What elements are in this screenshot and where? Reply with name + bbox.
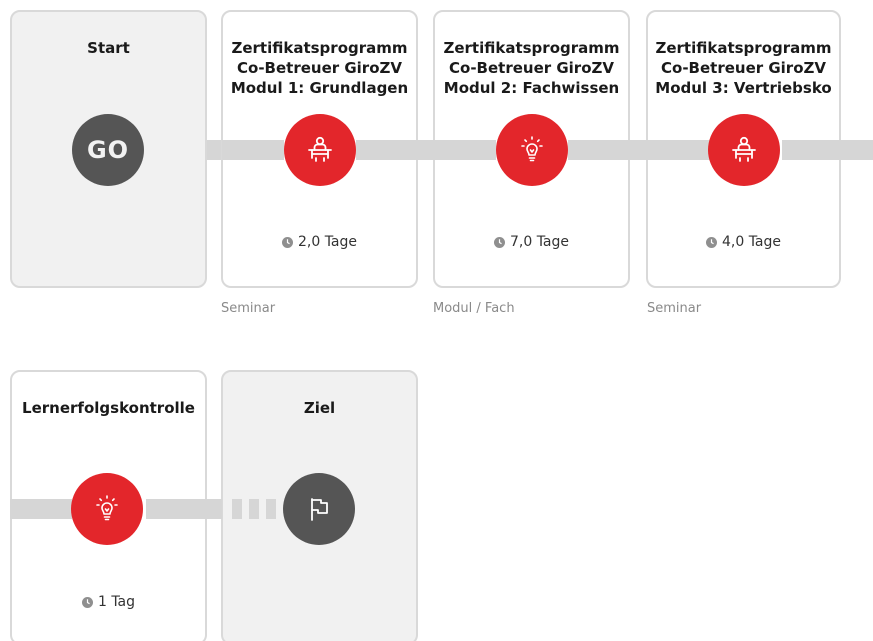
lightbulb-icon[interactable]: [71, 473, 143, 545]
step-title: Ziel: [303, 399, 336, 417]
clock-icon: [705, 236, 717, 248]
connector-dash: [232, 499, 242, 519]
lightbulb-icon[interactable]: [496, 114, 568, 186]
step-type-label: Modul / Fach: [433, 301, 515, 316]
connector-dash: [266, 499, 276, 519]
go-icon[interactable]: GO: [72, 114, 144, 186]
connector-bar: [568, 140, 710, 160]
step-title: Zertifikatsprogramm Co-Betreuer GiroZV M…: [655, 39, 832, 97]
step-title: Start: [87, 39, 130, 57]
step-duration: 4,0 Tage: [648, 234, 839, 250]
clock-icon: [493, 236, 505, 248]
step-duration: 7,0 Tage: [435, 234, 628, 250]
step-duration: 2,0 Tage: [223, 234, 416, 250]
step-title: Zertifikatsprogramm Co-Betreuer GiroZV M…: [443, 39, 620, 97]
connector-bar: [782, 140, 873, 160]
connector-dash: [249, 499, 259, 519]
step-type-label: Seminar: [647, 301, 702, 316]
clock-icon: [81, 596, 93, 608]
clock-icon: [281, 236, 293, 248]
connector-bar: [356, 140, 496, 160]
connector-bar: [222, 140, 284, 160]
seminar-icon[interactable]: [708, 114, 780, 186]
connector-bar: [146, 499, 222, 519]
connector-bar: [10, 499, 72, 519]
step-title: Lernerfolgskontrolle: [22, 399, 195, 417]
step-type-label: Seminar: [221, 301, 276, 316]
step-duration: 1 Tag: [12, 594, 205, 610]
seminar-icon[interactable]: [284, 114, 356, 186]
flag-icon[interactable]: [283, 473, 355, 545]
step-title: Zertifikatsprogramm Co-Betreuer GiroZV M…: [230, 39, 409, 97]
